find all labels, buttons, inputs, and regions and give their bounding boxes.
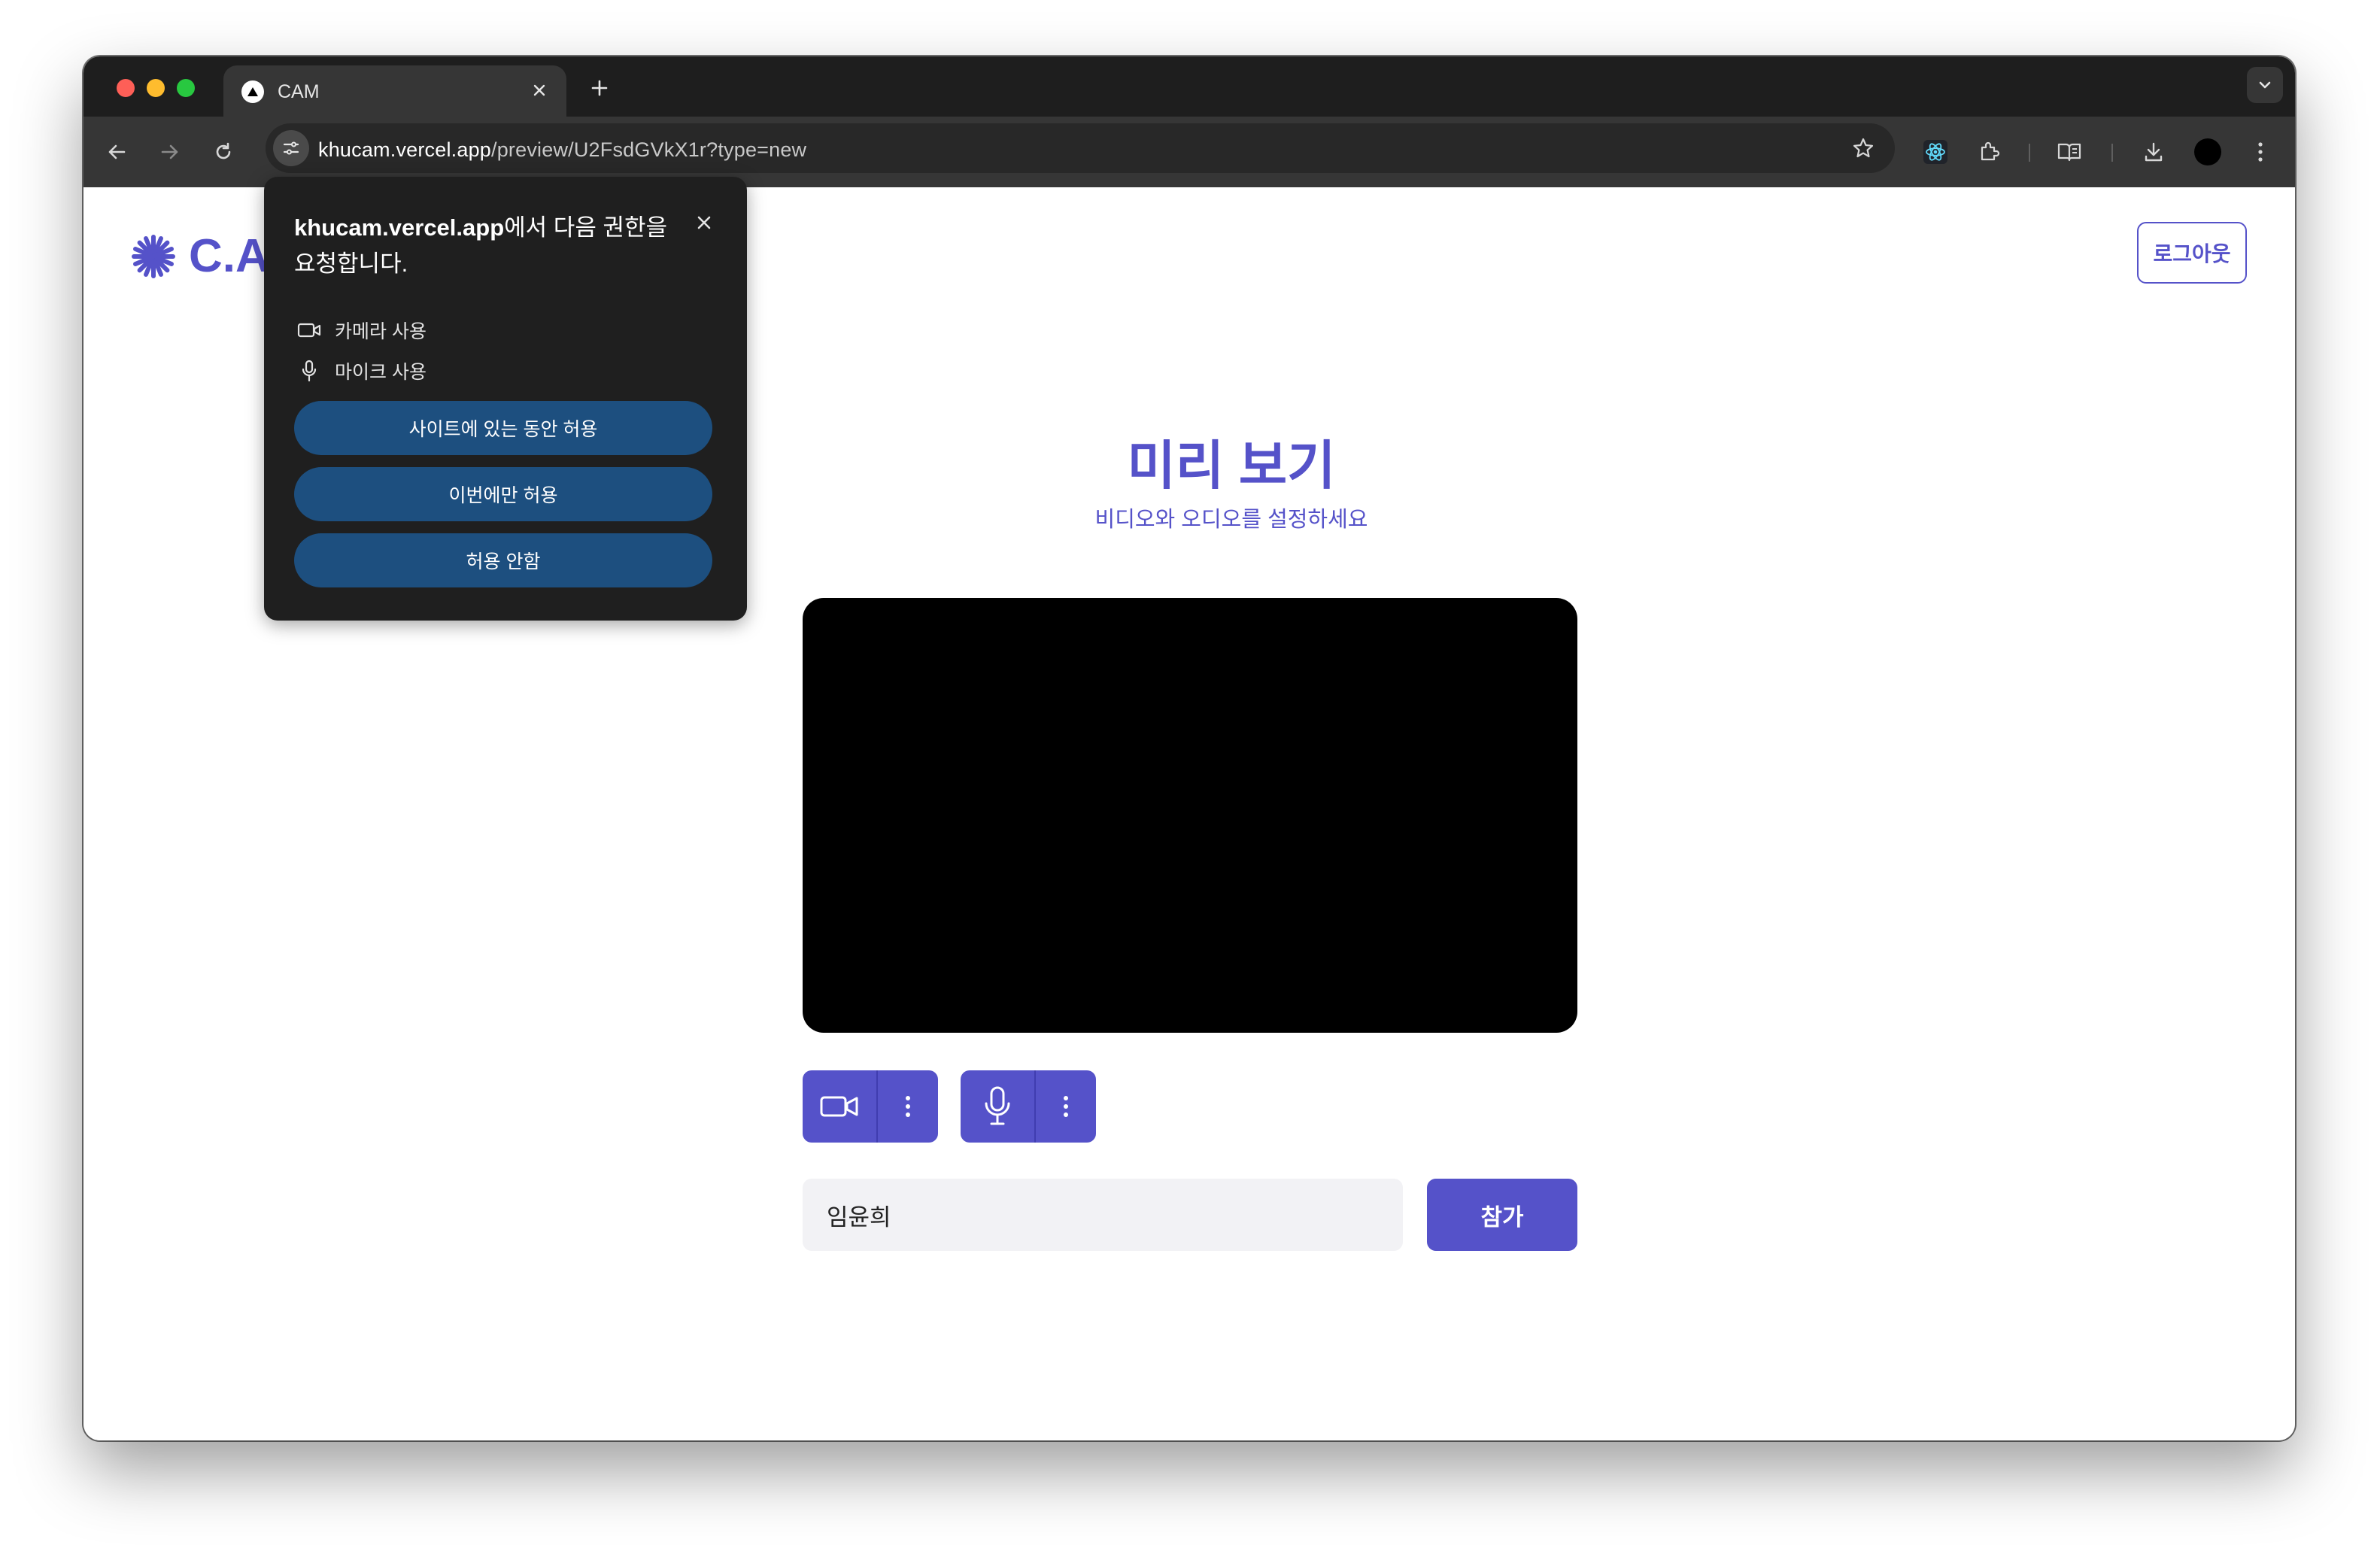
never-allow-button[interactable]: 허용 안함 (294, 533, 712, 587)
toolbar-divider (2029, 144, 2030, 162)
permission-request-popup: khucam.vercel.app에서 다음 권한을 요청합니다. 카메라 사용… (264, 177, 747, 621)
avatar (2194, 138, 2221, 165)
profile-avatar[interactable] (2190, 134, 2226, 170)
camera-toggle-button[interactable] (803, 1070, 878, 1143)
url-path: /preview/U2FsdGVkX1r?type=new (491, 138, 807, 161)
permission-item-label: 카메라 사용 (335, 321, 427, 342)
name-input[interactable] (803, 1179, 1403, 1251)
forward-arrow-icon[interactable] (152, 134, 188, 170)
url-host: khucam.vercel.app (318, 138, 492, 161)
permission-item-microphone: 마이크 사용 (294, 356, 427, 386)
popup-close-icon[interactable] (691, 210, 717, 235)
close-window-button[interactable] (117, 79, 135, 97)
browser-tab[interactable]: CAM (223, 65, 566, 117)
tab-close-icon[interactable] (526, 77, 553, 104)
logo-text: C.A (189, 230, 269, 282)
tab-search-chevron-icon[interactable] (2247, 67, 2283, 103)
browser-window: CAM khucam.vercel.app/preview/U2FsdGVkX1… (83, 56, 2295, 1440)
video-camera-icon (820, 1096, 858, 1117)
microphone-control-group (961, 1070, 1096, 1143)
permission-item-camera: 카메라 사용 (294, 315, 427, 345)
camera-control-group (803, 1070, 938, 1143)
microphone-icon (294, 356, 324, 386)
extensions-puzzle-icon[interactable] (1972, 134, 2008, 170)
url-text[interactable]: khucam.vercel.app/preview/U2FsdGVkX1r?ty… (318, 138, 806, 162)
camera-options-kebab-icon[interactable] (878, 1070, 938, 1143)
browser-menu-kebab-icon[interactable] (2242, 134, 2278, 170)
permission-popup-title: khucam.vercel.app에서 다음 권한을 요청합니다. (294, 210, 678, 282)
back-arrow-icon[interactable] (99, 134, 135, 170)
logout-button[interactable]: 로그아웃 (2137, 222, 2247, 284)
join-button[interactable]: 참가 (1427, 1179, 1577, 1251)
react-devtools-extension-icon[interactable] (1917, 134, 1953, 170)
new-tab-button[interactable] (583, 71, 616, 105)
permission-item-label: 마이크 사용 (335, 362, 427, 383)
maximize-window-button[interactable] (177, 79, 195, 97)
address-bar[interactable]: khucam.vercel.app/preview/U2FsdGVkX1r?ty… (266, 123, 1895, 173)
reload-icon[interactable] (205, 134, 241, 170)
video-preview (803, 598, 1577, 1033)
microphone-icon (985, 1086, 1010, 1125)
app-logo[interactable]: C.A (130, 229, 269, 283)
permission-host: khucam.vercel.app (294, 214, 505, 241)
minimize-window-button[interactable] (147, 79, 165, 97)
download-icon[interactable] (2136, 134, 2172, 170)
tab-title: CAM (278, 81, 320, 102)
tab-strip: CAM (83, 56, 2295, 117)
camera-icon (294, 315, 324, 345)
toolbar-divider (2111, 144, 2113, 162)
bookmark-star-icon[interactable] (1845, 130, 1881, 166)
reading-mode-icon[interactable] (2051, 134, 2087, 170)
allow-while-visiting-button[interactable]: 사이트에 있는 동안 허용 (294, 401, 712, 455)
vercel-favicon-icon (241, 80, 264, 103)
site-info-tune-icon[interactable] (273, 130, 309, 166)
microphone-toggle-button[interactable] (961, 1070, 1036, 1143)
allow-this-time-button[interactable]: 이번에만 허용 (294, 467, 712, 521)
asterisk-logo-icon (132, 234, 175, 278)
microphone-options-kebab-icon[interactable] (1036, 1070, 1096, 1143)
